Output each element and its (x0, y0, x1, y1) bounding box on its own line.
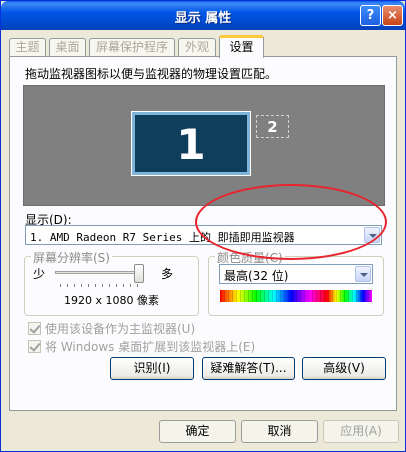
monitor-arrangement-area[interactable]: 1 2 (23, 85, 385, 206)
window-title: 显示 属性 (174, 11, 232, 26)
monitor-1-icon[interactable]: 1 (131, 111, 251, 176)
tab-themes[interactable]: 主题 (9, 38, 46, 57)
advanced-button[interactable]: 高级(V) (302, 357, 386, 380)
resolution-value: 1920 x 1080 像素 (64, 294, 159, 307)
resolution-more-label: 多 (161, 267, 174, 281)
resolution-group-title: 屏幕分辨率(S) (31, 249, 112, 266)
instruction-text: 拖动监视器图标以便与监视器的物理设置匹配。 (25, 67, 278, 81)
resolution-less-label: 少 (33, 267, 46, 281)
extend-desktop-checkbox[interactable] (28, 340, 41, 353)
tab-screensaver[interactable]: 屏幕保护程序 (89, 38, 175, 57)
color-quality-select[interactable]: 最高(32 位) (219, 264, 373, 284)
resolution-slider-thumb[interactable] (134, 264, 144, 283)
extend-desktop-label: 将 Windows 桌面扩展到该监视器上(E) (45, 340, 256, 354)
apply-button[interactable]: 应用(A) (323, 420, 399, 443)
primary-monitor-checkbox-row[interactable]: 使用该设备作为主监视器(U) (28, 320, 195, 337)
settings-panel: 拖动监视器图标以便与监视器的物理设置匹配。 1 2 显示(D): 1. AMD … (9, 56, 397, 411)
help-button[interactable]: ? (360, 5, 381, 26)
color-quality-value: 最高(32 位) (224, 269, 289, 283)
tab-desktop[interactable]: 桌面 (49, 38, 86, 57)
display-select[interactable]: 1. AMD Radeon R7 Series 上的 即插即用监视器 (25, 225, 382, 245)
identify-button[interactable]: 识别(I) (110, 357, 194, 380)
chevron-down-icon[interactable] (355, 266, 371, 282)
display-properties-window: 显示 属性 ? × 主题 桌面 屏幕保护程序 外观 设置 拖动监视器图标以便与监… (0, 0, 406, 452)
resolution-slider-track[interactable] (55, 271, 143, 274)
title-bar[interactable]: 显示 属性 ? × (1, 1, 405, 30)
monitor-2-number: 2 (267, 118, 278, 136)
primary-monitor-checkbox[interactable] (28, 322, 41, 335)
extend-desktop-checkbox-row[interactable]: 将 Windows 桌面扩展到该监视器上(E) (28, 338, 255, 355)
resolution-group: 屏幕分辨率(S) 少 多 1920 x 1080 像素 (24, 249, 199, 316)
resolution-slider-ticks (60, 284, 143, 287)
monitor-1-number: 1 (176, 120, 206, 169)
monitor-2-icon[interactable]: 2 (256, 115, 289, 138)
troubleshoot-button[interactable]: 疑难解答(T)... (202, 357, 295, 380)
close-button[interactable]: × (382, 5, 403, 26)
primary-monitor-label: 使用该设备作为主监视器(U) (45, 322, 196, 336)
tab-settings[interactable]: 设置 (219, 35, 264, 58)
ok-button[interactable]: 确定 (159, 420, 236, 443)
color-spectrum-preview (220, 290, 372, 302)
display-select-value: 1. AMD Radeon R7 Series 上的 即插即用监视器 (30, 231, 295, 244)
tab-appearance[interactable]: 外观 (178, 38, 216, 57)
chevron-down-icon[interactable] (364, 227, 380, 243)
cancel-button[interactable]: 取消 (241, 420, 318, 443)
